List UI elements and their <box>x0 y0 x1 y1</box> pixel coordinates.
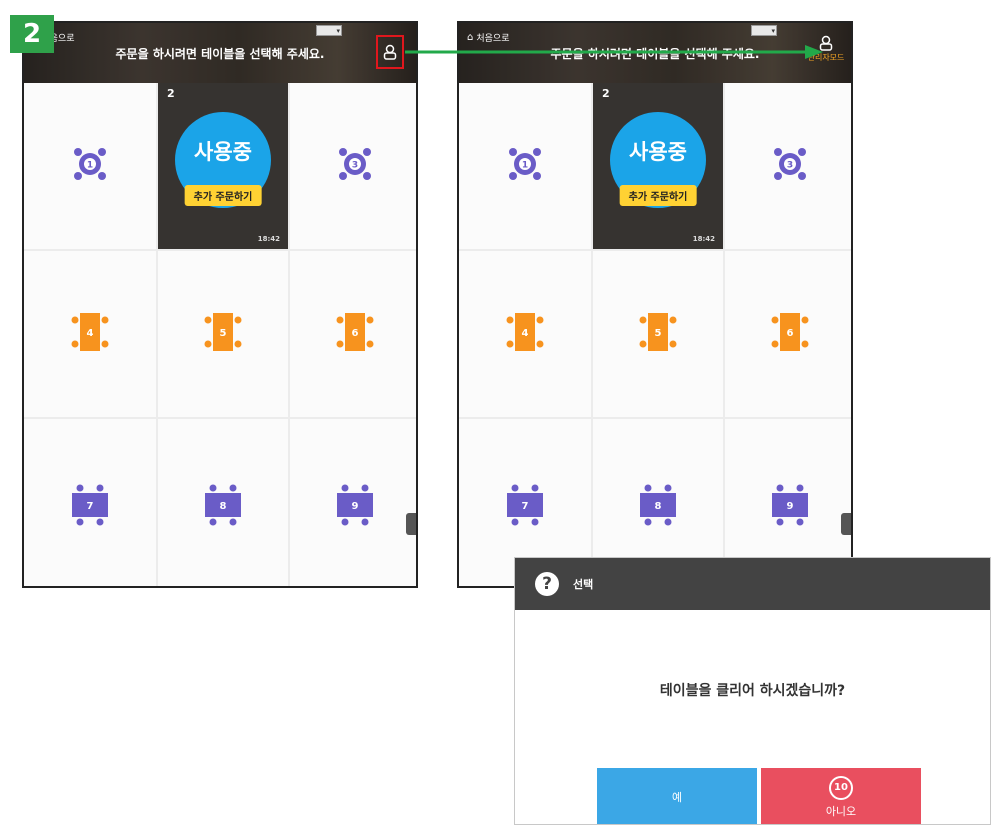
table-number: 3 <box>352 161 358 171</box>
table-cell-2[interactable]: 2 사용중 추가 주문하기 18:42 <box>593 83 723 249</box>
flow-arrow <box>405 45 823 59</box>
table-number: 9 <box>787 501 794 512</box>
table-icon: 6 <box>333 310 377 358</box>
table-cell-8[interactable]: 8 <box>158 419 288 586</box>
clear-table-dialog: ? 선택 테이블을 클리어 하시겠습니까? 예 10 아니오 <box>514 557 991 825</box>
table-cell-5[interactable]: 5 <box>593 251 723 417</box>
table-icon: 4 <box>68 310 112 358</box>
table-number: 5 <box>655 328 662 339</box>
table-cell-5[interactable]: 5 <box>158 251 288 417</box>
table-number: 8 <box>220 501 227 512</box>
table-number: 1 <box>522 161 528 171</box>
table-icon: 3 <box>770 144 810 188</box>
no-button[interactable]: 10 아니오 <box>761 768 921 824</box>
side-tab-handle[interactable] <box>841 513 851 535</box>
add-order-button[interactable]: 추가 주문하기 <box>619 185 697 206</box>
order-time: 18:42 <box>257 235 280 243</box>
table-icon: 6 <box>768 310 812 358</box>
table-number: 4 <box>87 328 94 339</box>
in-use-label: 사용중 <box>194 140 252 164</box>
table-icon: 4 <box>503 310 547 358</box>
table-icon: 9 <box>333 483 377 531</box>
table-number: 4 <box>522 328 529 339</box>
yes-button[interactable]: 예 <box>597 768 757 824</box>
table-icon: 9 <box>768 483 812 531</box>
table-cell-2[interactable]: 2 사용중 추가 주문하기 18:42 <box>158 83 288 249</box>
in-use-label: 사용중 <box>629 140 687 164</box>
add-order-button[interactable]: 추가 주문하기 <box>184 185 262 206</box>
table-icon: 8 <box>636 483 680 531</box>
header-message: 주문을 하시려면 테이블을 선택해 주세요. <box>115 47 325 61</box>
home-label: 처음으로 <box>476 34 510 44</box>
language-select[interactable]: ▾ <box>751 25 777 36</box>
table-icon: 1 <box>70 144 110 188</box>
table-number: 9 <box>352 501 359 512</box>
table-cell-7[interactable]: 7 <box>24 419 156 586</box>
admin-button[interactable] <box>376 35 404 69</box>
table-number: 6 <box>352 328 359 339</box>
table-icon: 8 <box>201 483 245 531</box>
table-icon: 5 <box>636 310 680 358</box>
table-number: 8 <box>655 501 662 512</box>
table-cell-3[interactable]: 3 <box>290 83 416 249</box>
table-icon: 7 <box>68 483 112 531</box>
table-icon: 5 <box>201 310 245 358</box>
table-cell-1[interactable]: 1 <box>24 83 156 249</box>
dialog-title: 선택 <box>573 578 594 591</box>
table-cell-3[interactable]: 3 <box>725 83 851 249</box>
table-number: 7 <box>87 501 94 512</box>
order-time: 18:42 <box>692 235 715 243</box>
table-cell-4[interactable]: 4 <box>24 251 156 417</box>
kiosk-screen-after: ⌂ 처음으로 ▾ 주문을 하시려면 테이블을 선택해 주세요. 관리자모드 1 … <box>457 21 853 588</box>
no-label: 아니오 <box>825 804 857 818</box>
table-cell-6[interactable]: 6 <box>290 251 416 417</box>
table-number: 5 <box>220 328 227 339</box>
table-icon: 3 <box>335 144 375 188</box>
header-bar: ⌂ 처음으로 ▾ 주문을 하시려면 테이블을 선택해 주세요. <box>24 23 416 83</box>
dialog-header: ? 선택 <box>515 558 990 610</box>
table-cell-9[interactable]: 9 <box>290 419 416 586</box>
home-icon: ⌂ <box>467 32 474 43</box>
table-icon: 1 <box>505 144 545 188</box>
side-tab-handle[interactable] <box>406 513 416 535</box>
table-grid: 1 2 사용중 추가 주문하기 18:42 3 4 5 6 7 8 9 <box>24 83 416 586</box>
table-grid: 1 2 사용중 추가 주문하기 18:42 3 4 5 6 7 8 9 <box>459 83 851 586</box>
kiosk-screen-before: ⌂ 처음으로 ▾ 주문을 하시려면 테이블을 선택해 주세요. 1 2 사용중 … <box>22 21 418 588</box>
yes-label: 예 <box>671 791 683 804</box>
table-number: 1 <box>87 161 93 171</box>
table-cell-6[interactable]: 6 <box>725 251 851 417</box>
table-number: 2 <box>602 87 610 100</box>
question-icon: ? <box>535 572 559 596</box>
dialog-message: 테이블을 클리어 하시겠습니까? <box>659 683 846 699</box>
user-icon <box>383 44 397 60</box>
table-number: 6 <box>787 328 794 339</box>
table-icon: 7 <box>503 483 547 531</box>
table-cell-1[interactable]: 1 <box>459 83 591 249</box>
table-number: 3 <box>787 161 793 171</box>
home-link[interactable]: ⌂ 처음으로 <box>467 31 509 44</box>
table-number: 2 <box>167 87 175 100</box>
language-select[interactable]: ▾ <box>316 25 342 36</box>
table-number: 7 <box>522 501 529 512</box>
countdown-timer: 10 <box>829 775 853 800</box>
step-badge: 2 <box>10 15 54 53</box>
table-cell-4[interactable]: 4 <box>459 251 591 417</box>
